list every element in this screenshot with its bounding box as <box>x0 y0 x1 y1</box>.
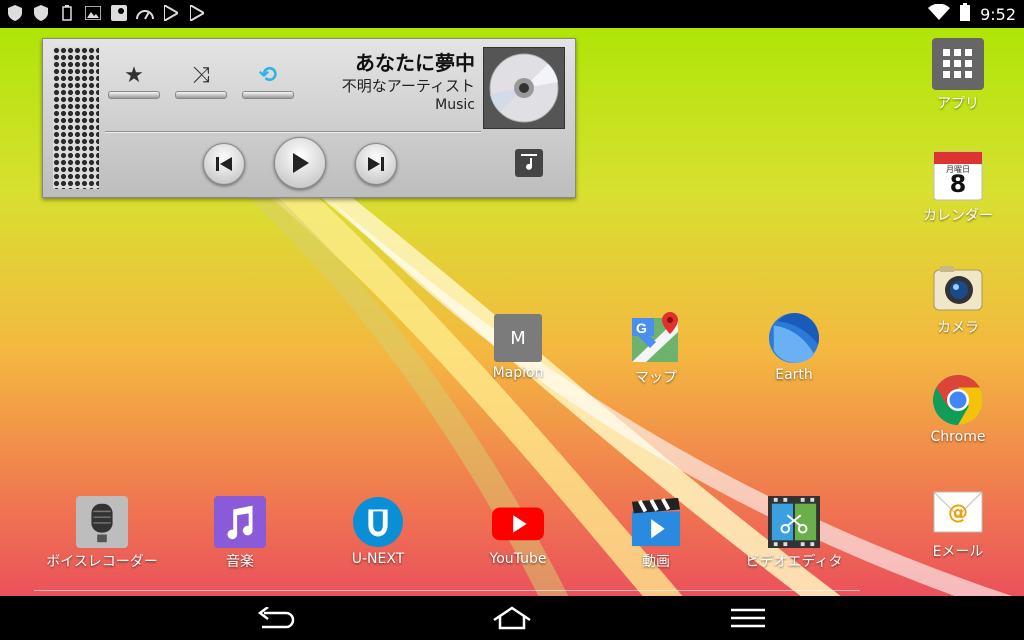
skip-next-icon <box>368 157 384 171</box>
app-label: カメラ <box>937 320 979 336</box>
speedometer-icon <box>136 4 154 22</box>
app-youtube[interactable]: YouTube <box>458 496 578 567</box>
album-art[interactable] <box>483 47 565 129</box>
star-icon: ★ <box>124 63 144 88</box>
shield-icon <box>32 4 50 22</box>
google-maps-icon: G <box>630 312 682 364</box>
widget-divider <box>105 131 481 133</box>
dock-divider <box>34 590 860 591</box>
clapperboard-icon <box>630 496 682 548</box>
app-mapion[interactable]: M Mapion <box>458 314 578 381</box>
app-chrome[interactable]: Chrome <box>898 374 1018 445</box>
app-label: ビデオエディタ <box>745 554 843 570</box>
app-maps[interactable]: G マップ <box>596 312 716 387</box>
back-icon <box>257 607 295 629</box>
music-note-icon <box>521 154 537 170</box>
app-email[interactable]: @ Eメール <box>898 486 1018 561</box>
app-video[interactable]: 動画 <box>596 496 716 571</box>
favorite-button[interactable]: ★ <box>107 61 161 115</box>
app-label: マップ <box>635 370 677 386</box>
track-album: Music <box>435 97 475 113</box>
camera-icon <box>932 262 984 314</box>
calendar-date: 8 <box>949 170 967 198</box>
app-label: 動画 <box>642 554 670 570</box>
app-video-editor[interactable]: ビデオエディタ <box>734 496 854 571</box>
app-label: Earth <box>775 367 813 383</box>
app-label: YouTube <box>489 551 547 567</box>
track-artist: 不明なアーティスト <box>341 77 475 95</box>
navigation-bar <box>0 596 1024 640</box>
shuffle-icon: ⤨ <box>192 63 210 88</box>
app-calendar[interactable]: 月曜日 8 カレンダー <box>898 150 1018 225</box>
app-drawer-shortcut[interactable]: アプリ <box>898 38 1018 113</box>
app-unext[interactable]: U-NEXT <box>318 496 438 567</box>
email-icon: @ <box>932 486 984 538</box>
app-label: U-NEXT <box>351 551 405 567</box>
battery-icon <box>960 3 971 25</box>
calendar-icon: 月曜日 8 <box>932 150 984 202</box>
youtube-icon <box>492 496 544 548</box>
google-earth-icon <box>768 312 820 364</box>
music-note-icon <box>214 496 266 548</box>
app-voice-recorder[interactable]: ボイスレコーダー <box>42 496 162 571</box>
speaker-grill <box>53 47 99 189</box>
app-label: Chrome <box>930 429 986 445</box>
next-button[interactable] <box>355 143 397 185</box>
menu-button[interactable] <box>718 602 778 634</box>
status-bar: 9:52 <box>0 0 1024 28</box>
cd-icon <box>489 53 559 123</box>
back-button[interactable] <box>246 602 306 634</box>
track-title: あなたに夢中 <box>355 51 475 75</box>
play-store-icon <box>162 4 180 22</box>
notification-icons <box>6 4 206 22</box>
shuffle-button[interactable]: ⤨ <box>174 61 228 115</box>
play-button[interactable] <box>274 137 326 189</box>
menu-icon <box>731 608 765 628</box>
previous-button[interactable] <box>203 143 245 185</box>
music-widget[interactable]: ★ ⤨ ⟲ あなたに夢中 不明なアーティスト Music <box>42 38 576 198</box>
svg-text:G: G <box>636 320 647 336</box>
app-earth[interactable]: Earth <box>734 312 854 383</box>
shield-icon <box>6 4 24 22</box>
at-sign: @ <box>948 500 968 524</box>
wifi-icon <box>928 3 951 24</box>
mapion-letter: M <box>510 327 526 349</box>
battery-saver-icon <box>58 4 76 22</box>
app-label: Mapion <box>492 365 544 381</box>
repeat-icon: ⟲ <box>258 63 278 88</box>
chrome-icon <box>932 374 984 426</box>
unext-icon <box>352 496 404 548</box>
mapion-icon: M <box>494 314 542 362</box>
repeat-button[interactable]: ⟲ <box>241 61 295 115</box>
microphone-icon <box>76 496 128 548</box>
clock: 9:52 <box>980 4 1016 24</box>
app-label: 音楽 <box>226 554 254 570</box>
gallery-icon <box>84 4 102 22</box>
music-library-button[interactable] <box>515 149 543 177</box>
app-label: Eメール <box>932 544 984 560</box>
play-icon <box>293 153 309 173</box>
app-grid-icon <box>932 38 984 90</box>
app-music[interactable]: 音楽 <box>180 496 300 571</box>
app-label: カレンダー <box>923 208 993 224</box>
app-label: アプリ <box>937 96 979 112</box>
home-icon <box>493 606 531 630</box>
home-button[interactable] <box>482 602 542 634</box>
skip-previous-icon <box>216 157 232 171</box>
play-store-icon <box>188 4 206 22</box>
video-editor-icon <box>768 496 820 548</box>
app-label: ボイスレコーダー <box>46 554 158 570</box>
maps-notification-icon <box>110 4 128 22</box>
app-camera[interactable]: カメラ <box>898 262 1018 337</box>
